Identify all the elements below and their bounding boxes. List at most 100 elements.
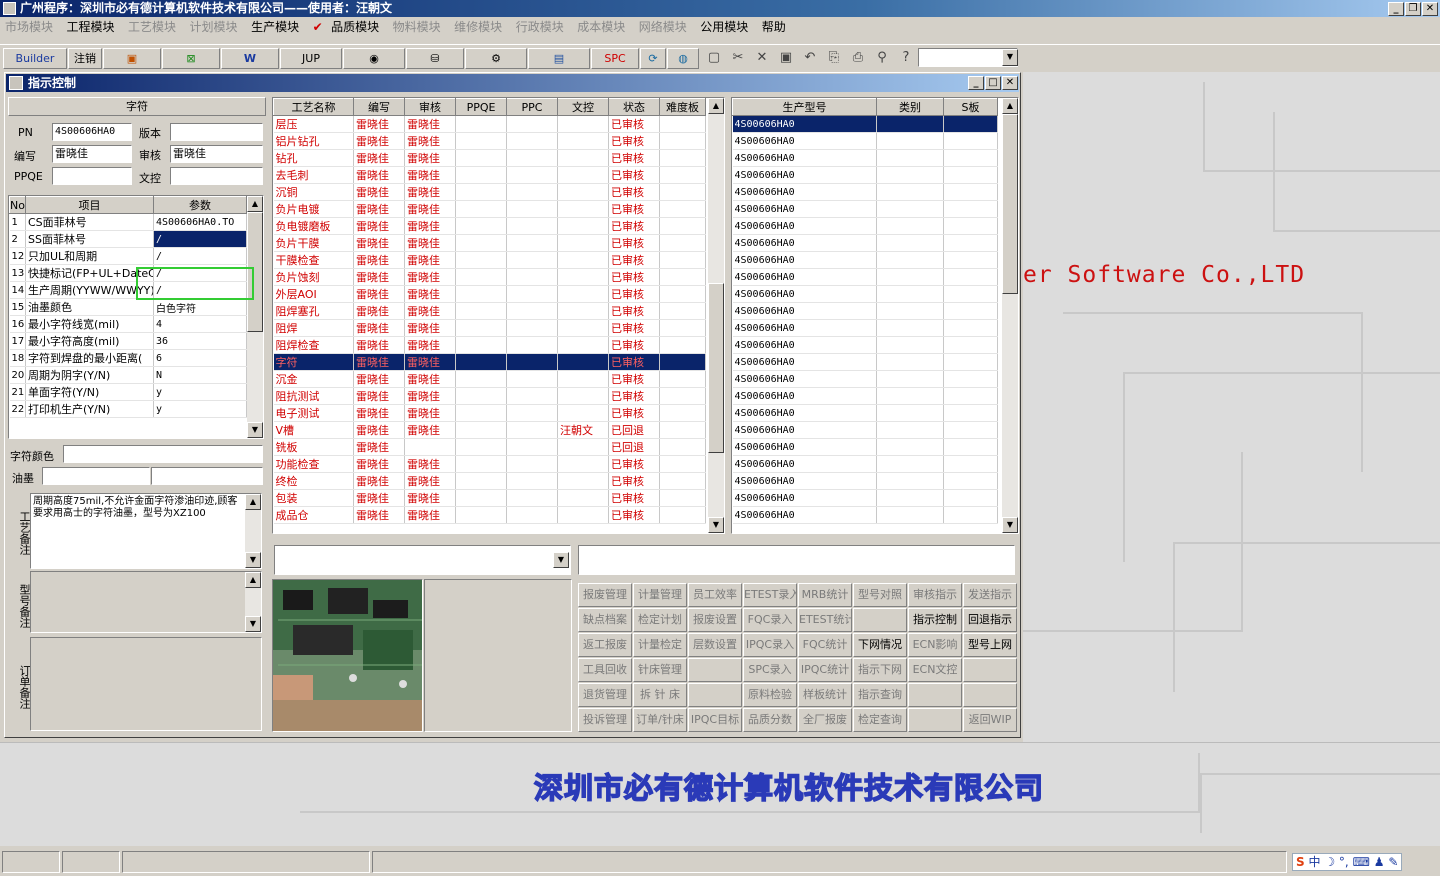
function-button[interactable] — [908, 708, 962, 732]
order-note-text[interactable] — [30, 637, 262, 731]
ppt-icon[interactable]: ▣ — [103, 48, 161, 69]
col-header-s-board[interactable]: S板 — [943, 98, 998, 116]
function-button[interactable]: 指示下网 — [853, 658, 907, 682]
internet-icon[interactable]: ◍ — [667, 48, 699, 69]
logout-button[interactable]: 注销 — [68, 48, 102, 69]
scroll-down-icon[interactable]: ▼ — [245, 616, 261, 632]
process-row[interactable]: 终检 雷晓佳 雷晓佳 已审核 — [273, 472, 706, 490]
process-row[interactable]: 阻焊 雷晓佳 雷晓佳 已审核 — [273, 319, 706, 337]
function-button[interactable]: 投诉管理 — [578, 708, 632, 732]
col-header-model[interactable]: 生产型号 — [732, 98, 877, 116]
function-button[interactable]: ETEST录入 — [743, 583, 797, 607]
note-scrollbar[interactable]: ▲ ▼ — [245, 494, 261, 568]
function-button[interactable]: 样板统计 — [798, 683, 852, 707]
function-button[interactable]: 审核指示 — [908, 583, 962, 607]
database-icon[interactable]: ⛁ — [406, 48, 464, 69]
minimize-button[interactable]: _ — [1388, 2, 1404, 16]
network-icon[interactable]: ⚙ — [465, 48, 527, 69]
process-row[interactable]: 阻焊塞孔 雷晓佳 雷晓佳 已审核 — [273, 302, 706, 320]
ink-field-2[interactable] — [151, 467, 263, 485]
model-scrollbar[interactable]: ▲ ▼ — [1002, 98, 1018, 533]
process-row[interactable]: 外层AOI 雷晓佳 雷晓佳 已审核 — [273, 285, 706, 303]
param-row[interactable]: 15 油墨颜色 白色字符 — [9, 298, 247, 316]
model-row[interactable]: 4S00606HA0 — [732, 506, 998, 524]
function-button[interactable]: 检定计划 — [633, 608, 687, 632]
col-header-reviewer[interactable]: 审核 — [404, 98, 456, 116]
function-button[interactable]: FQC录入 — [743, 608, 797, 632]
menu-production[interactable]: 生产模块 — [246, 17, 304, 38]
delete-icon[interactable]: ✕ — [751, 48, 773, 69]
function-button[interactable]: IPQC录入 — [743, 633, 797, 657]
model-row[interactable]: 4S00606HA0 — [732, 115, 998, 133]
restore-button[interactable]: ❐ — [1405, 2, 1421, 16]
model-row[interactable]: 4S00606HA0 — [732, 404, 998, 422]
model-row[interactable]: 4S00606HA0 — [732, 234, 998, 252]
function-button[interactable]: 返工报废 — [578, 633, 632, 657]
window-close-button[interactable]: ✕ — [1002, 76, 1018, 90]
chevron-down-icon[interactable]: ▼ — [553, 552, 569, 568]
function-button[interactable]: 员工效率 — [688, 583, 742, 607]
function-button[interactable]: 退货管理 — [578, 683, 632, 707]
function-button[interactable]: 检定查询 — [853, 708, 907, 732]
menu-plan[interactable]: 计划模块 — [185, 17, 243, 38]
process-row[interactable]: 干膜检查 雷晓佳 雷晓佳 已审核 — [273, 251, 706, 269]
function-button[interactable]: 品质分数 — [743, 708, 797, 732]
function-button[interactable]: 指示查询 — [853, 683, 907, 707]
param-row[interactable]: 12 只加UL和周期 / — [9, 247, 247, 265]
col-header-category[interactable]: 类别 — [876, 98, 944, 116]
window-maximize-button[interactable]: □ — [985, 76, 1001, 90]
function-button[interactable] — [688, 658, 742, 682]
param-row[interactable]: 16 最小字符线宽(mil) 4 — [9, 315, 247, 333]
scroll-down-icon[interactable]: ▼ — [245, 552, 261, 568]
function-button[interactable]: ECN文控 — [908, 658, 962, 682]
toolbar-dropdown[interactable]: ▼ — [918, 48, 1018, 67]
function-button[interactable]: 下网情况 — [853, 633, 907, 657]
editor-field[interactable]: 雷晓佳 — [52, 145, 132, 163]
scroll-down-icon[interactable]: ▼ — [708, 517, 724, 533]
param-row[interactable]: 18 字符到焊盘的最小距离(6 — [9, 349, 247, 367]
printer-setup-icon[interactable]: ▤ — [528, 48, 590, 69]
process-combo[interactable]: ▼ — [274, 545, 571, 575]
model-row[interactable]: 4S00606HA0 — [732, 319, 998, 337]
model-row[interactable]: 4S00606HA0 — [732, 370, 998, 388]
process-scrollbar[interactable]: ▲ ▼ — [708, 98, 724, 533]
word-icon[interactable]: W — [221, 48, 279, 69]
function-button[interactable]: 计量管理 — [633, 583, 687, 607]
function-button[interactable]: ECN影响 — [908, 633, 962, 657]
col-header-difficulty[interactable]: 难度板 — [659, 98, 706, 116]
col-header-param[interactable]: 参数 — [153, 196, 247, 214]
process-row[interactable]: 沉铜 雷晓佳 雷晓佳 已审核 — [273, 183, 706, 201]
model-row[interactable]: 4S00606HA0 — [732, 302, 998, 320]
function-button[interactable]: FQC统计 — [798, 633, 852, 657]
menu-engineering[interactable]: 工程模块 — [62, 17, 120, 38]
function-button[interactable]: MRB统计 — [798, 583, 852, 607]
process-row[interactable]: 包装 雷晓佳 雷晓佳 已审核 — [273, 489, 706, 507]
model-row[interactable]: 4S00606HA0 — [732, 251, 998, 269]
process-row[interactable]: 铣板 雷晓佳 已回退 — [273, 438, 706, 456]
eye-icon[interactable]: ◉ — [343, 48, 405, 69]
ppqe-field[interactable] — [52, 167, 132, 185]
col-header-process[interactable]: 工艺名称 — [273, 98, 354, 116]
model-row[interactable]: 4S00606HA0 — [732, 166, 998, 184]
function-button[interactable]: ETEST统计 — [798, 608, 852, 632]
function-button[interactable]: 计量检定 — [633, 633, 687, 657]
function-button[interactable]: 报废设置 — [688, 608, 742, 632]
function-button[interactable]: 型号上网 — [963, 633, 1017, 657]
model-row[interactable]: 4S00606HA0 — [732, 438, 998, 456]
model-row[interactable]: 4S00606HA0 — [732, 472, 998, 490]
process-row[interactable]: 字符 雷晓佳 雷晓佳 已审核 — [273, 353, 706, 371]
model-row[interactable]: 4S00606HA0 — [732, 387, 998, 405]
function-button[interactable]: 型号对照 — [853, 583, 907, 607]
model-note-text[interactable]: ▲ ▼ — [30, 571, 262, 633]
process-row[interactable]: 去毛刺 雷晓佳 雷晓佳 已审核 — [273, 166, 706, 184]
scroll-up-icon[interactable]: ▲ — [1002, 98, 1018, 114]
function-button[interactable] — [963, 658, 1017, 682]
scroll-up-icon[interactable]: ▲ — [245, 494, 261, 510]
model-row[interactable]: 4S00606HA0 — [732, 421, 998, 439]
menu-repair[interactable]: 维修模块 — [449, 17, 507, 38]
excel-icon[interactable]: ⊠ — [162, 48, 220, 69]
process-row[interactable]: 电子测试 雷晓佳 雷晓佳 已审核 — [273, 404, 706, 422]
function-button[interactable]: IPQC目标 — [688, 708, 742, 732]
process-row[interactable]: V槽 雷晓佳 雷晓佳 汪朝文 已回退 — [273, 421, 706, 439]
param-row[interactable]: 2 SS面菲林号 / — [9, 230, 247, 248]
